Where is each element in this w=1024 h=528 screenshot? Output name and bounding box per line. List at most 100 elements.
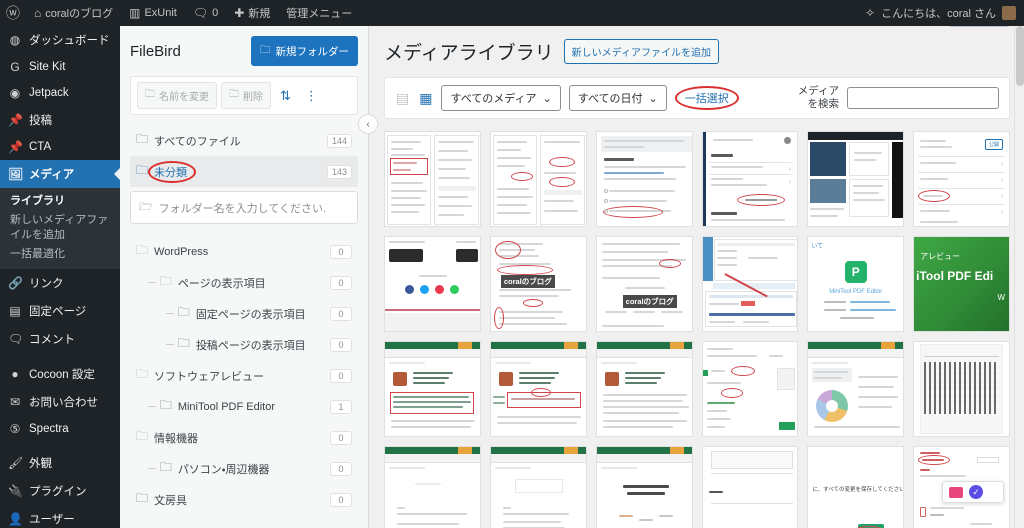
media-item[interactable]: に、すべての変更を保存してください 保存 xyxy=(807,446,905,528)
media-item[interactable]: › › xyxy=(701,131,799,228)
sidebar-item-cocoon[interactable]: ● Cocoon 設定 xyxy=(0,360,120,388)
sort-icon[interactable]: ⇅ xyxy=(275,85,296,107)
sidebar-item-dashboard[interactable]: ◍ ダッシュボード xyxy=(0,26,120,54)
submenu-item-add-new[interactable]: 新しいメディアファイルを追加 xyxy=(0,211,120,245)
folder-search-input[interactable]: 🗁 フォルダー名を入力してください. xyxy=(130,191,358,224)
folder-tree-item[interactable]: 🗀 WordPress 0 xyxy=(130,236,358,267)
folder-tree-item[interactable]: ─ 🗀 ページの表示項目 0 xyxy=(130,267,358,298)
media-item[interactable] xyxy=(384,236,481,333)
filter-date-select[interactable]: すべての日付 ⌄ xyxy=(568,85,667,112)
sidebar-item-links[interactable]: 🔗 リンク xyxy=(0,269,120,297)
thumbnail-customizer-panel-list: 公開 › › › › xyxy=(914,132,1009,227)
sidebar-item-posts[interactable]: 📌 投稿 xyxy=(0,106,120,134)
bulk-select-button[interactable]: 一括選択 xyxy=(674,86,739,111)
folder-tree-item[interactable]: ─ 🗀 パソコン・周辺機器 0 xyxy=(130,453,358,484)
avatar[interactable] xyxy=(1002,6,1016,20)
media-item[interactable] xyxy=(701,341,799,438)
preview-text: アレビュー xyxy=(920,252,961,262)
sidebar-item-media[interactable]: 🖼 メディア xyxy=(0,160,120,188)
admin-menu-item[interactable]: 管理メニュー xyxy=(278,0,360,26)
media-item[interactable] xyxy=(384,446,481,528)
delete-folder-button[interactable]: 🗀 削除 xyxy=(221,82,271,109)
thumbnail-blog-article-coral-2: coralのブログ xyxy=(596,237,692,332)
filter-media-type-select[interactable]: すべてのメディア ⌄ xyxy=(441,85,561,112)
folder-tree-item[interactable]: ─ 🗀 固定ページの表示項目 0 xyxy=(130,298,358,329)
new-folder-button[interactable]: 🗀 新規フォルダー xyxy=(251,36,358,66)
pinterest-dot xyxy=(435,285,445,295)
comments-menu[interactable]: 🗨 0 xyxy=(185,0,226,26)
rename-folder-button[interactable]: 🗀 名前を変更 xyxy=(137,82,217,109)
folder-count: 143 xyxy=(326,164,352,179)
sidebar-label: メディア xyxy=(29,169,75,181)
site-name-menu[interactable]: ⌂ coralのブログ xyxy=(26,0,121,26)
list-view-icon[interactable]: ▤ xyxy=(395,90,410,107)
media-submenu: ライブラリ 新しいメディアファイルを追加 一括最適化 xyxy=(0,188,120,270)
media-item[interactable] xyxy=(595,341,693,438)
folder-tree-item[interactable]: ─ 🗀 MiniTool PDF Editor 1 xyxy=(130,391,358,422)
folder-uncategorized[interactable]: 🗀 未分類 143 xyxy=(130,156,358,187)
folder-tree-item[interactable]: 🗀 情報機器 0 xyxy=(130,422,358,453)
thumbnail-customizer-menu-options xyxy=(596,132,692,227)
sidebar-item-users[interactable]: 👤 ユーザー xyxy=(0,505,120,528)
save-dialog-text: に、すべての変更を保存してください xyxy=(812,487,904,494)
sidebar-item-jetpack[interactable]: ◉ Jetpack xyxy=(0,80,120,106)
thumbnail-spreadsheet-arrow xyxy=(702,237,798,332)
media-item[interactable] xyxy=(913,341,1010,438)
sidebar-item-comments[interactable]: 🗨 コメント xyxy=(0,325,120,353)
folder-label: ソフトウェアレビュー xyxy=(154,370,265,383)
folder-tree-item[interactable]: 🗀 文房具 0 xyxy=(130,484,358,515)
comment-reaction-icon xyxy=(949,486,964,498)
media-item[interactable]: coralのブログ xyxy=(595,236,693,333)
media-item[interactable] xyxy=(384,131,481,228)
sidebar-item-cta[interactable]: 📌 CTA xyxy=(0,134,120,160)
sidebar-item-contact[interactable]: ✉ お問い合わせ xyxy=(0,388,120,416)
folder-count: 0 xyxy=(330,337,352,352)
folder-label: ページの表示項目 xyxy=(177,277,266,290)
media-item[interactable]: いて P MiniTool PDF Editor xyxy=(807,236,905,333)
media-item[interactable] xyxy=(489,446,587,528)
add-media-button[interactable]: 新しいメディアファイルを追加 xyxy=(563,39,719,64)
media-item[interactable] xyxy=(595,131,693,228)
folder-count: 1 xyxy=(330,399,352,414)
media-item[interactable] xyxy=(807,341,905,438)
media-item[interactable] xyxy=(489,131,587,228)
sidebar-item-spectra[interactable]: ⑤ Spectra xyxy=(0,416,120,442)
reaction-toast: ✓ xyxy=(942,481,1005,504)
media-item[interactable]: ✓ xyxy=(913,446,1010,528)
media-item[interactable] xyxy=(595,446,693,528)
grid-view-icon[interactable]: ▦ xyxy=(418,90,433,107)
sidebar-item-appearance[interactable]: 🖌 外観 xyxy=(0,449,120,477)
media-item[interactable] xyxy=(701,446,799,528)
media-item[interactable] xyxy=(807,131,905,228)
sidebar-item-pages[interactable]: ▤ 固定ページ xyxy=(0,297,120,325)
media-item[interactable]: アレビュー iTool PDF Edi W xyxy=(913,236,1010,333)
sidebar-item-site-kit[interactable]: G Site Kit xyxy=(0,54,120,80)
wordpress-logo-icon[interactable]: ⓦ xyxy=(0,0,26,26)
folder-tree-item[interactable]: 🗀 ソフトウェアレビュー 0 xyxy=(130,360,358,391)
page-icon: ▤ xyxy=(9,304,21,319)
submenu-item-library[interactable]: ライブラリ xyxy=(0,192,120,211)
wordpress-admin-screen: ⓦ ⌂ coralのブログ ▥ ExUnit 🗨 0 ✚ 新規 管理メニュー ✧… xyxy=(0,0,1024,528)
media-item[interactable] xyxy=(489,341,587,438)
plus-icon: ✚ xyxy=(234,6,245,20)
sparkle-icon[interactable]: ✧ xyxy=(865,6,875,20)
more-vertical-icon[interactable]: ⋮ xyxy=(300,85,323,107)
media-item[interactable] xyxy=(701,236,799,333)
folder-all-files[interactable]: 🗀 すべてのファイル 144 xyxy=(130,125,358,156)
search-input[interactable] xyxy=(847,87,999,110)
new-content-menu[interactable]: ✚ 新規 xyxy=(226,0,278,26)
thumbnail-settings-form xyxy=(702,342,798,437)
scrollbar-thumb[interactable] xyxy=(1016,26,1024,86)
submenu-item-bulk-optimize[interactable]: 一括最適化 xyxy=(0,245,120,264)
comment-icon: 🗨 xyxy=(8,332,24,347)
media-item[interactable]: coralのブログ xyxy=(489,236,587,333)
folder-tree-item[interactable]: ─ 🗀 投稿ページの表示項目 0 xyxy=(130,329,358,360)
sidebar-item-plugins[interactable]: 🔌 プラグイン xyxy=(0,477,120,505)
media-item[interactable]: 公開 › › › › xyxy=(913,131,1010,228)
media-item[interactable] xyxy=(384,341,481,438)
sidebar-label: Jetpack xyxy=(29,87,69,99)
folder-edit-icon: 🗀 xyxy=(145,89,155,100)
exunit-menu[interactable]: ▥ ExUnit xyxy=(121,0,185,26)
page-scrollbar[interactable] xyxy=(1014,26,1024,528)
collapse-panel-button[interactable]: ‹ xyxy=(358,114,378,134)
